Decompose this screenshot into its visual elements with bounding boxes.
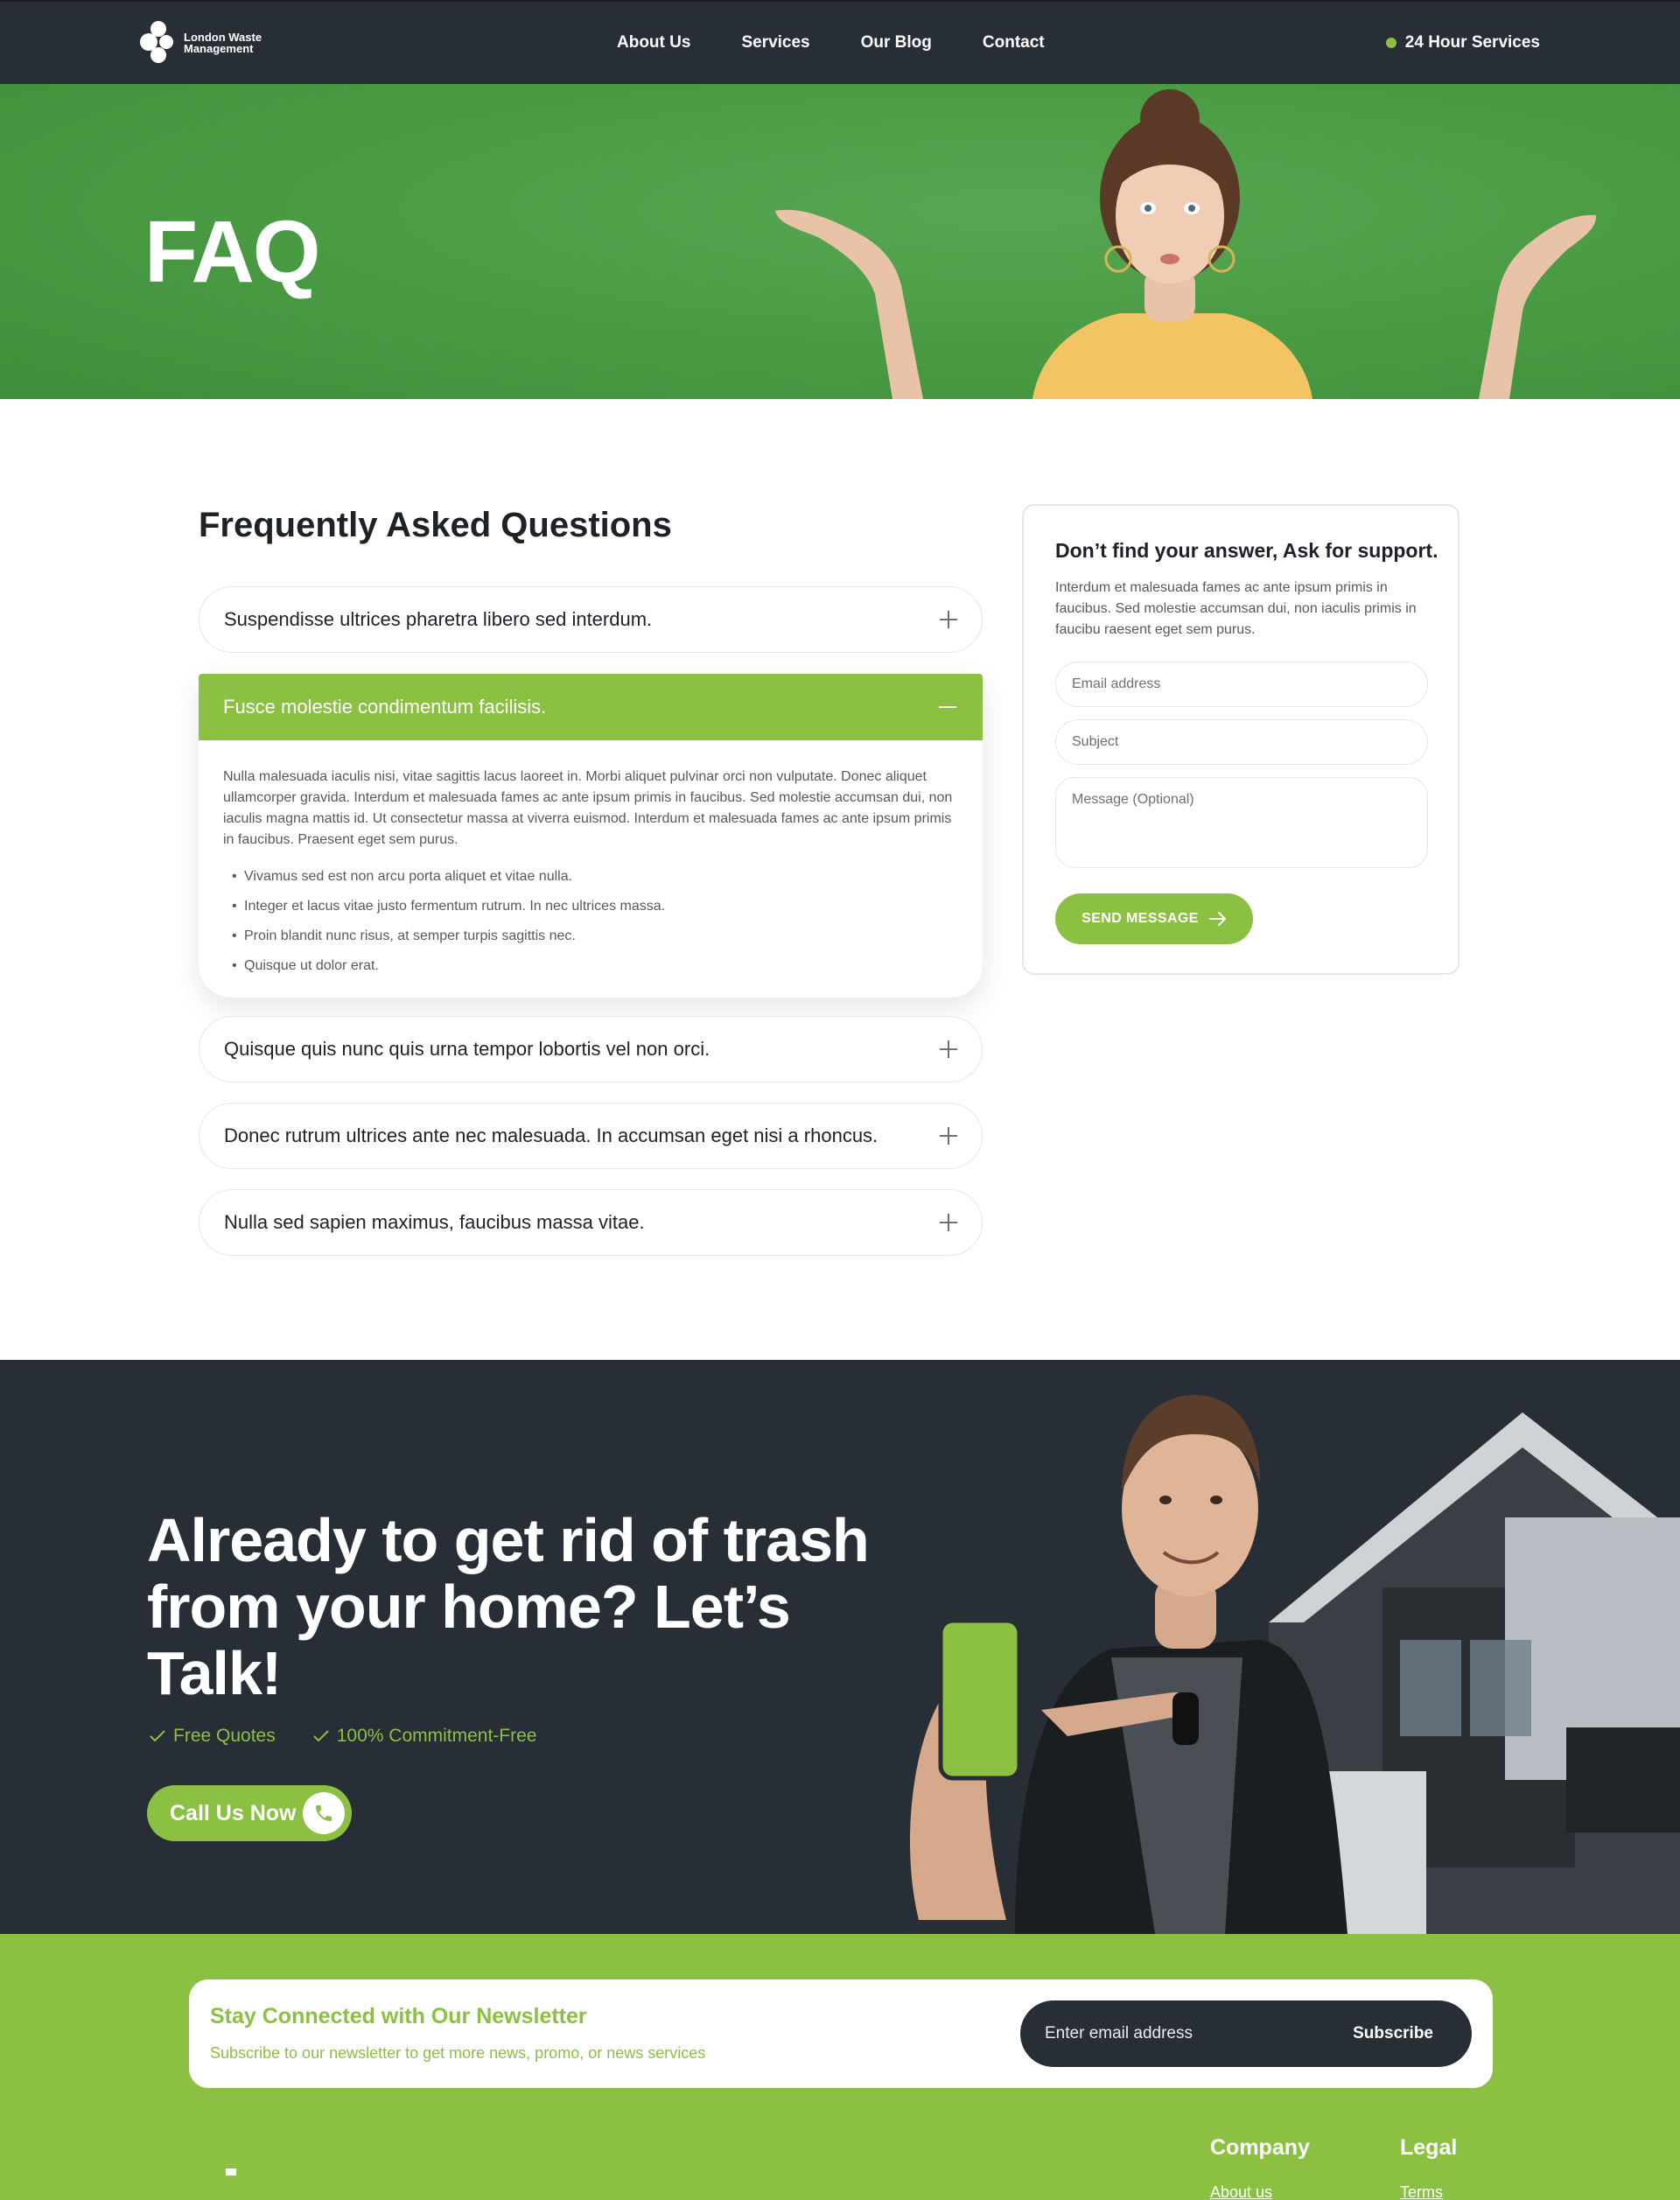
faq-item-1[interactable]: Suspendisse ultrices pharetra libero sed… [199,586,983,653]
logo-icon [140,21,177,65]
service-hours[interactable]: 24 Hour Services [1385,33,1540,53]
plus-icon [940,1214,957,1231]
faq-heading: Frequently Asked Questions [199,506,672,544]
faq-answer-text: Nulla malesuada iaculis nisi, vitae sagi… [223,769,953,847]
newsletter-title: Stay Connected with Our Newsletter [210,2004,587,2028]
brand-name: London Waste Management [184,32,262,54]
minus-icon [939,706,956,708]
footer-column-company-title: Company [1210,2135,1310,2160]
newsletter-form: Enter email address Subscribe [1020,2000,1472,2067]
plus-icon [940,1040,957,1058]
faq-question: Fusce molestie condimentum facilisis. [223,696,547,718]
message-placeholder: Message (Optional) [1072,792,1194,807]
benefit-label: Free Quotes [173,1726,276,1746]
service-hours-label: 24 Hour Services [1404,33,1540,52]
benefit-label: 100% Commitment-Free [336,1726,537,1746]
list-item: Integer et lacus vitae justo fermentum r… [223,896,958,917]
faq-question: Nulla sed sapien maximus, faucibus massa… [224,1211,645,1233]
check-icon [150,1730,165,1742]
check-icon [313,1730,329,1742]
footer-column-legal-title: Legal [1400,2135,1458,2160]
faq-item-2-header[interactable]: Fusce molestie condimentum facilisis. [199,674,983,740]
send-message-button[interactable]: SEND MESSAGE [1055,893,1253,944]
nav-link-contact[interactable]: Contact [983,33,1045,53]
newsletter-email-input[interactable]: Enter email address [1045,2024,1193,2043]
faq-item-4[interactable]: Donec rutrum ultrices ante nec malesuada… [199,1103,983,1169]
send-message-label: SEND MESSAGE [1082,911,1199,926]
newsletter-subtitle: Subscribe to our newsletter to get more … [210,2044,706,2062]
faq-answer-list: Vivamus sed est non arcu porta aliquet e… [223,866,958,977]
subject-field[interactable]: Subject [1055,719,1428,765]
footer-link-terms[interactable]: Terms [1400,2183,1443,2200]
footer-link-about[interactable]: About us [1210,2183,1272,2200]
plus-icon [940,611,957,628]
nav-link-about[interactable]: About Us [617,33,690,53]
worker-with-phone-and-house-photo [910,1395,1680,1934]
call-us-label: Call Us Now [170,1800,297,1825]
subject-placeholder: Subject [1072,734,1119,749]
faq-item-2-expanded: Fusce molestie condimentum facilisis. Nu… [199,674,983,998]
hero-banner: FAQ [0,84,1680,399]
list-item: Proin blandit nunc risus, at semper turp… [223,926,958,947]
support-description: Interdum et malesuada fames ac ante ipsu… [1055,580,1417,637]
footer-logo-fragment [226,2168,236,2175]
subscribe-button[interactable]: Subscribe [1353,2024,1433,2043]
cta-heading: Already to get rid of trash from your ho… [147,1506,870,1707]
benefit-free-quotes: Free Quotes [149,1726,276,1747]
support-form-card: Don’t find your answer, Ask for support.… [1022,504,1460,975]
footer: Stay Connected with Our Newsletter Subsc… [0,1934,1680,2200]
faq-item-3[interactable]: Quisque quis nunc quis urna tempor lobor… [199,1016,983,1082]
main-menu: About Us Services Our Blog Contact [617,33,1045,53]
list-item: Vivamus sed est non arcu porta aliquet e… [223,866,958,887]
nav-link-services[interactable]: Services [741,33,809,53]
call-to-action-section: Already to get rid of trash from your ho… [0,1360,1680,1934]
page-title: FAQ [144,203,321,301]
newsletter-card: Stay Connected with Our Newsletter Subsc… [189,1979,1493,2088]
faq-answer: Nulla malesuada iaculis nisi, vitae sagi… [199,740,983,977]
shrugging-woman-photo [775,89,1597,399]
message-field[interactable]: Message (Optional) [1055,777,1428,868]
phone-icon [303,1792,345,1834]
brand-name-line2: Management [184,42,254,55]
list-item: Quisque ut dolor erat. [223,956,958,977]
call-us-now-button[interactable]: Call Us Now [147,1785,352,1841]
support-title: Don’t find your answer, Ask for support. [1055,539,1438,562]
arrow-right-icon [1208,912,1226,926]
plus-icon [940,1127,957,1145]
benefit-commitment-free: 100% Commitment-Free [312,1726,537,1747]
email-placeholder: Email address [1072,676,1161,691]
top-navbar: London Waste Management About Us Service… [0,0,1680,84]
status-dot-icon [1385,38,1396,48]
email-field[interactable]: Email address [1055,662,1428,707]
faq-question: Donec rutrum ultrices ante nec malesuada… [224,1125,878,1146]
cta-benefits: Free Quotes 100% Commitment-Free [149,1726,536,1747]
faq-item-5[interactable]: Nulla sed sapien maximus, faucibus massa… [199,1189,983,1256]
brand-logo[interactable]: London Waste Management [140,21,262,65]
faq-question: Suspendisse ultrices pharetra libero sed… [224,608,653,630]
faq-question: Quisque quis nunc quis urna tempor lobor… [224,1038,710,1060]
nav-link-blog[interactable]: Our Blog [861,33,932,53]
